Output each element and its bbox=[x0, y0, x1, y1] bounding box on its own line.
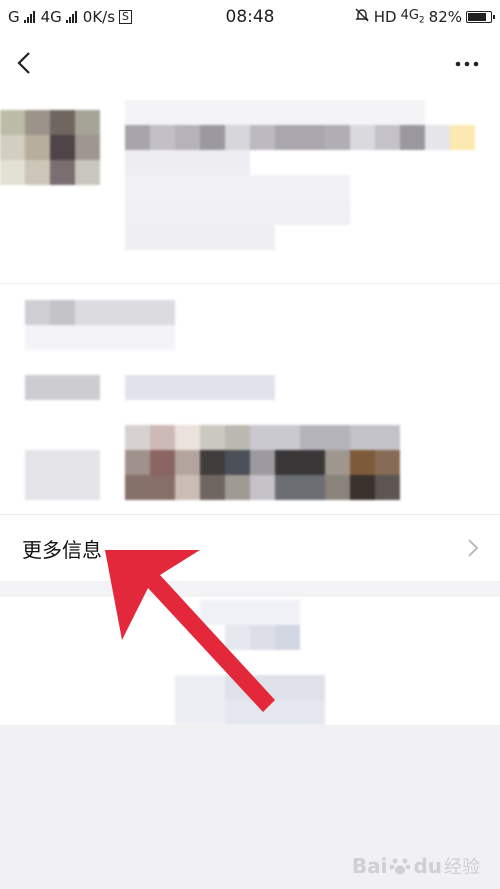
more-dots-icon bbox=[455, 61, 479, 67]
status-left: G 4G 0K/s S bbox=[8, 8, 133, 26]
info-row-2 bbox=[25, 375, 275, 400]
signal-icon-2 bbox=[65, 11, 77, 23]
watermark-brand: Bai bbox=[351, 854, 388, 878]
watermark-brand-suffix: du bbox=[413, 854, 442, 878]
battery-fill bbox=[468, 13, 486, 21]
section-gap bbox=[0, 581, 500, 597]
mute-bell-icon bbox=[354, 7, 370, 27]
s-badge-icon: S bbox=[119, 10, 133, 24]
more-info-label: 更多信息 bbox=[22, 537, 102, 562]
paw-icon bbox=[390, 858, 411, 875]
chevron-left-icon bbox=[17, 52, 30, 74]
toolbar bbox=[0, 34, 500, 92]
photo-strip bbox=[25, 425, 400, 500]
network-right: 4G2 bbox=[401, 8, 425, 26]
status-right: HD 4G2 82% bbox=[354, 7, 495, 27]
profile-name-block bbox=[125, 100, 475, 250]
watermark-sub: 经验 bbox=[444, 857, 480, 878]
battery-icon bbox=[466, 11, 495, 23]
baidu-watermark: Bai du 经验 bbox=[352, 853, 480, 879]
more-button[interactable] bbox=[452, 52, 482, 76]
signal-icon bbox=[23, 11, 35, 23]
info-row-1 bbox=[25, 300, 175, 350]
chevron-right-icon bbox=[468, 539, 479, 557]
network-label: 4G bbox=[40, 8, 62, 26]
avatar bbox=[0, 110, 100, 205]
status-bar: G 4G 0K/s S 08:48 HD 4G2 82% bbox=[0, 0, 500, 34]
network-right-sub: 2 bbox=[418, 15, 425, 26]
bottom-blurred-block bbox=[175, 600, 325, 725]
network-right-label: 4G bbox=[400, 8, 419, 24]
divider-1 bbox=[0, 283, 500, 284]
network-speed: 0K/s bbox=[82, 8, 116, 26]
carrier-label: G bbox=[8, 8, 20, 26]
back-button[interactable] bbox=[10, 48, 40, 78]
hd-label: HD bbox=[373, 8, 397, 26]
battery-percent: 82% bbox=[428, 8, 462, 26]
more-info-row[interactable]: 更多信息 bbox=[0, 515, 500, 581]
